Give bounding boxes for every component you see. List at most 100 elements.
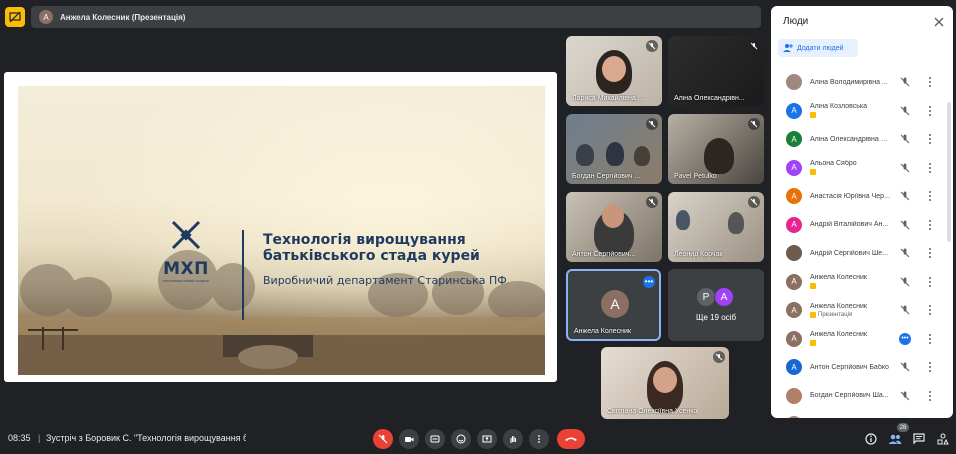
- raised-hand-tag: Презентація: [810, 311, 890, 318]
- participant-tile[interactable]: Світлана Олексіївна Усенко: [601, 347, 729, 419]
- hand-icon: [810, 311, 816, 318]
- mic-off-icon: [748, 40, 760, 52]
- avatar: А: [786, 302, 802, 319]
- participant-tile[interactable]: Pavel Petulko: [668, 114, 764, 184]
- participant-row[interactable]: А Анжела Колесник: [771, 268, 943, 297]
- camera-toggle-button[interactable]: [399, 429, 419, 449]
- participant-row[interactable]: А Аліна Олександрівна К...: [771, 125, 943, 154]
- participant-name: Анжела Колесник: [810, 302, 867, 310]
- close-icon[interactable]: [933, 16, 945, 28]
- more-vert-icon[interactable]: [926, 361, 934, 373]
- present-button[interactable]: [477, 429, 497, 449]
- participant-tile[interactable]: Аліна Олександрівн...: [668, 36, 764, 106]
- meeting-info-button[interactable]: [864, 432, 878, 446]
- avatar: [786, 416, 802, 418]
- participant-row[interactable]: Аліна Володимирівна ...: [771, 68, 943, 97]
- participant-row[interactable]: [771, 410, 943, 418]
- activities-button[interactable]: [936, 432, 950, 446]
- participant-name: Аліна Козловська: [810, 103, 867, 111]
- hand-icon: [810, 169, 816, 176]
- participant-name: Андрій Віталійович Ан...: [810, 221, 889, 229]
- more-vert-icon[interactable]: [926, 276, 934, 288]
- avatar: [786, 387, 802, 404]
- hand-icon: [810, 340, 816, 347]
- participant-tile[interactable]: Лариса Михайлівна ...: [566, 36, 662, 106]
- more-vert-icon[interactable]: [926, 162, 934, 174]
- participant-name: Анастасія Юріївна Чер...: [810, 192, 890, 200]
- avatar: А: [786, 273, 802, 290]
- slide-divider: [242, 230, 244, 320]
- raise-hand-button[interactable]: [503, 429, 523, 449]
- people-button[interactable]: [888, 432, 902, 446]
- presenter-avatar: А: [39, 10, 53, 24]
- mic-off-icon: [378, 434, 388, 444]
- people-list: Аліна Володимирівна ... А Аліна Козловська…: [771, 68, 943, 418]
- chat-button[interactable]: [912, 432, 926, 446]
- mic-off-icon[interactable]: [899, 219, 911, 231]
- participant-row[interactable]: А Аліна Козловська: [771, 97, 943, 126]
- scrollbar[interactable]: [947, 102, 951, 242]
- more-vert-icon[interactable]: [926, 105, 934, 117]
- more-vert-icon[interactable]: [926, 390, 934, 402]
- participant-name: Андрій Сергійович Ше...: [810, 249, 889, 257]
- participant-row[interactable]: Андрій Сергійович Ше...: [771, 239, 943, 268]
- more-vert-icon[interactable]: [926, 76, 934, 88]
- participant-tile[interactable]: Богдан Сергійович ...: [566, 114, 662, 184]
- avatar: А: [714, 287, 734, 307]
- participant-row[interactable]: А Альона Сябро: [771, 154, 943, 183]
- mic-off-icon[interactable]: [899, 276, 911, 288]
- more-vert-icon[interactable]: [926, 333, 934, 345]
- present-screen-icon: [482, 435, 492, 443]
- mic-off-icon: [713, 351, 725, 363]
- participant-row[interactable]: А Антон Сергійович Бабко: [771, 353, 943, 382]
- participant-tile[interactable]: Леонид Корчак: [668, 192, 764, 262]
- participant-tile[interactable]: Антон Сергійович...: [566, 192, 662, 262]
- camera-icon: [405, 437, 414, 442]
- mic-off-icon[interactable]: [899, 105, 911, 117]
- mic-off-icon: [646, 118, 658, 130]
- participant-row[interactable]: А Анастасія Юріївна Чер...: [771, 182, 943, 211]
- participant-row[interactable]: А Анжела Колесник Презентація: [771, 296, 943, 325]
- meeting-title: Зустріч з Боровик С. "Технологія вирощув…: [46, 433, 246, 443]
- more-vert-icon[interactable]: [926, 219, 934, 231]
- hand-icon: [810, 112, 816, 119]
- more-vert-icon[interactable]: [926, 304, 934, 316]
- mic-toggle-button[interactable]: [373, 429, 393, 449]
- mic-off-icon: [748, 118, 760, 130]
- add-people-button[interactable]: Додати людей: [778, 39, 858, 57]
- mic-off-icon[interactable]: [899, 76, 911, 88]
- mic-off-icon[interactable]: [899, 304, 911, 316]
- avatar: А: [786, 216, 802, 233]
- avatar: А: [786, 359, 802, 376]
- participant-row[interactable]: А Андрій Віталійович Ан...: [771, 211, 943, 240]
- more-options-button[interactable]: [529, 429, 549, 449]
- people-panel: Люди Додати людей Аліна Володимирівна ..…: [771, 6, 953, 418]
- captions-button[interactable]: [425, 429, 445, 449]
- mic-off-icon[interactable]: [899, 190, 911, 202]
- mic-off-icon[interactable]: [899, 390, 911, 402]
- participant-row[interactable]: Богдан Сергійович Ша...: [771, 382, 943, 411]
- participant-row[interactable]: А Анжела Колесник •••: [771, 325, 943, 354]
- more-vert-icon[interactable]: [926, 133, 934, 145]
- reactions-button[interactable]: [451, 429, 471, 449]
- presenter-bar: А Анжела Колесник (Презентація): [31, 6, 761, 28]
- more-vert-icon[interactable]: [926, 190, 934, 202]
- captions-icon: [430, 435, 440, 443]
- mic-off-icon[interactable]: [899, 162, 911, 174]
- presentation-stage: МХП АГРОПРОМИСЛОВИЙ ХОЛДИНГ Технологія в…: [4, 72, 557, 382]
- activities-icon: [937, 433, 949, 445]
- more-participants-tile[interactable]: P А Ще 19 осіб: [668, 269, 764, 341]
- more-vert-icon[interactable]: [926, 247, 934, 259]
- slide: МХП АГРОПРОМИСЛОВИЙ ХОЛДИНГ Технологія в…: [18, 86, 545, 375]
- participant-tile-active[interactable]: А ••• Анжела Колесник: [566, 269, 661, 341]
- more-options-icon[interactable]: •••: [643, 276, 655, 288]
- mic-off-icon[interactable]: [899, 247, 911, 259]
- raised-hand-tag: [810, 340, 890, 347]
- slide-title: Технологія вирощування батьківського ста…: [263, 232, 480, 264]
- avatar: [786, 74, 802, 91]
- mic-off-icon[interactable]: [899, 361, 911, 373]
- mic-off-icon[interactable]: [899, 133, 911, 145]
- participant-name: Богдан Сергійович Ша...: [810, 392, 889, 400]
- leave-call-button[interactable]: [557, 429, 585, 449]
- presenting-icon[interactable]: [5, 7, 25, 27]
